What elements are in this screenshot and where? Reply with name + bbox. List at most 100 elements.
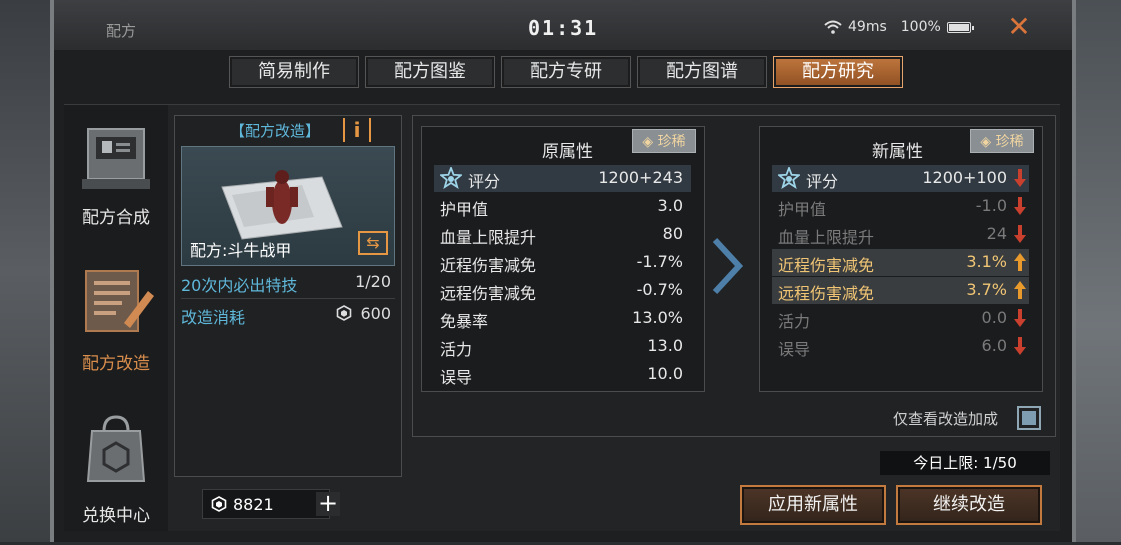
attribute-name: 免暴率	[440, 312, 489, 331]
attribute-value: 3.1%	[966, 252, 1007, 271]
apply-new-attributes-button[interactable]: 应用新属性	[740, 485, 886, 525]
attribute-name: 活力	[778, 312, 811, 331]
special-skill-label: 20次内必出特技	[181, 276, 298, 295]
rarity-badge: ◈ 珍稀	[632, 129, 696, 153]
attribute-row: 血量上限提升 24	[772, 221, 1029, 248]
score-row: 评分 1200+243	[434, 165, 691, 192]
sidebar-item-recipe-modify[interactable]: 配方改造	[64, 265, 168, 405]
attribute-value: 10.0	[647, 364, 683, 383]
tab-recipe-atlas[interactable]: 配方图谱	[637, 56, 767, 88]
arrow-down-icon	[1014, 169, 1026, 187]
rating-star-icon	[778, 167, 800, 189]
recipe-name: 配方:斗牛战甲	[190, 241, 292, 260]
attribute-row: 远程伤害减免 3.7%	[772, 277, 1029, 304]
attribute-row: 远程伤害减免 -0.7%	[434, 277, 691, 304]
attribute-value: 0.0	[981, 308, 1007, 327]
tab-bar: 简易制作 配方图鉴 配方专研 配方图谱 配方研究	[229, 56, 903, 88]
tab-recipe-research[interactable]: 配方研究	[773, 56, 903, 88]
battery-text: 100%	[900, 19, 941, 35]
card-header: 【配方改造】	[230, 122, 321, 140]
info-button[interactable]: i	[343, 118, 371, 142]
battery-icon	[946, 21, 974, 33]
recipe-card: 【配方改造】 i 配方:斗牛战甲 ⇆ 20次内必出特技 1/20 改造消耗 60…	[174, 115, 402, 477]
close-button[interactable]: ✕	[1004, 12, 1034, 42]
attribute-row: 近程伤害减免 -1.7%	[434, 249, 691, 276]
top-bar: 配方 01:31 49ms 100% ✕	[54, 0, 1072, 50]
attribute-name: 误导	[778, 340, 811, 359]
attribute-value: 3.7%	[966, 280, 1007, 299]
add-currency-button[interactable]: +	[316, 491, 340, 516]
attribute-value: 1200+100	[922, 168, 1007, 187]
tab-simple-craft[interactable]: 简易制作	[229, 56, 359, 88]
rarity-label: 珍稀	[657, 134, 686, 150]
attribute-name: 评分	[806, 172, 839, 191]
cost-value: 600	[360, 304, 391, 323]
hex-coin-icon	[337, 305, 352, 321]
background-right	[1071, 0, 1121, 542]
filter-label: 仅查看改造加成	[893, 410, 999, 428]
wifi-icon	[824, 20, 842, 34]
attribute-name: 活力	[440, 340, 473, 359]
attribute-row: 护甲值 3.0	[434, 193, 691, 220]
attribute-value: -1.7%	[636, 252, 683, 271]
currency-amount: 8821	[233, 495, 274, 514]
sidebar-item-label: 配方合成	[82, 208, 150, 228]
panel-title: 原属性	[542, 142, 593, 162]
attribute-row: 误导 10.0	[434, 361, 691, 388]
attribute-value: 1200+243	[598, 168, 683, 187]
attribute-row: 近程伤害减免 3.1%	[772, 249, 1029, 276]
app-title: 配方	[106, 22, 137, 40]
panel-title: 新属性	[872, 142, 923, 162]
attribute-value: 24	[986, 224, 1007, 243]
sidebar-item-label: 配方改造	[82, 354, 150, 374]
arrow-down-icon	[1014, 337, 1026, 355]
hex-coin-icon	[211, 496, 227, 512]
attribute-name: 评分	[468, 172, 501, 191]
special-skill-count: 1/20	[355, 272, 391, 291]
recipe-image: 配方:斗牛战甲 ⇆	[181, 146, 395, 266]
special-skill-row: 20次内必出特技 1/20	[181, 272, 395, 299]
new-attributes-panel: 新属性 ◈ 珍稀 评分 1200+100 护甲值 -1.0 血量上限提升 24 近程伤害减免…	[759, 126, 1043, 392]
cost-label: 改造消耗	[181, 308, 246, 327]
attribute-name: 护甲值	[440, 200, 489, 219]
arrow-down-icon	[1014, 309, 1026, 327]
rarity-badge: ◈ 珍稀	[970, 129, 1034, 153]
attribute-name: 血量上限提升	[778, 228, 875, 247]
attribute-name: 远程伤害减免	[778, 284, 875, 303]
attribute-name: 血量上限提升	[440, 228, 537, 247]
continue-modify-button[interactable]: 继续改造	[896, 485, 1042, 525]
clock: 01:31	[528, 16, 599, 40]
battery-fill	[948, 23, 969, 31]
score-row: 评分 1200+100	[772, 165, 1029, 192]
shopping-bag-icon	[86, 415, 146, 482]
attribute-row: 误导 6.0	[772, 333, 1029, 360]
cost-value-wrap: 600	[336, 304, 391, 323]
attribute-name: 护甲值	[778, 200, 827, 219]
attribute-value: 3.0	[657, 196, 683, 215]
tab-recipe-catalog[interactable]: 配方图鉴	[365, 56, 495, 88]
status-bar: 49ms 100%	[824, 19, 974, 35]
chevron-right-icon	[712, 237, 744, 295]
attribute-value: -1.0	[975, 196, 1007, 215]
sidebar-item-recipe-synthesis[interactable]: 配方合成	[64, 117, 168, 257]
arrow-up-icon	[1014, 253, 1026, 271]
attribute-value: 80	[662, 224, 683, 243]
currency-display: 8821	[202, 489, 330, 519]
attribute-name: 近程伤害减免	[440, 256, 537, 275]
attribute-value: 13.0	[647, 336, 683, 355]
sidebar-item-exchange-center[interactable]: 兑换中心	[64, 405, 168, 545]
ping-text: 49ms	[848, 19, 887, 35]
attribute-value: -0.7%	[636, 280, 683, 299]
swap-recipe-button[interactable]: ⇆	[358, 231, 388, 255]
cost-row: 改造消耗 600	[181, 304, 395, 330]
crafting-terminal-icon	[82, 128, 150, 189]
arrow-up-icon	[1014, 281, 1026, 299]
arrow-down-icon	[1014, 225, 1026, 243]
attribute-name: 误导	[440, 368, 473, 387]
filter-checkbox[interactable]	[1017, 406, 1041, 430]
daily-limit: 今日上限: 1/50	[880, 451, 1050, 475]
arrow-down-icon	[1014, 197, 1026, 215]
attribute-row: 护甲值 -1.0	[772, 193, 1029, 220]
attribute-value: 6.0	[981, 336, 1007, 355]
tab-recipe-study[interactable]: 配方专研	[501, 56, 631, 88]
